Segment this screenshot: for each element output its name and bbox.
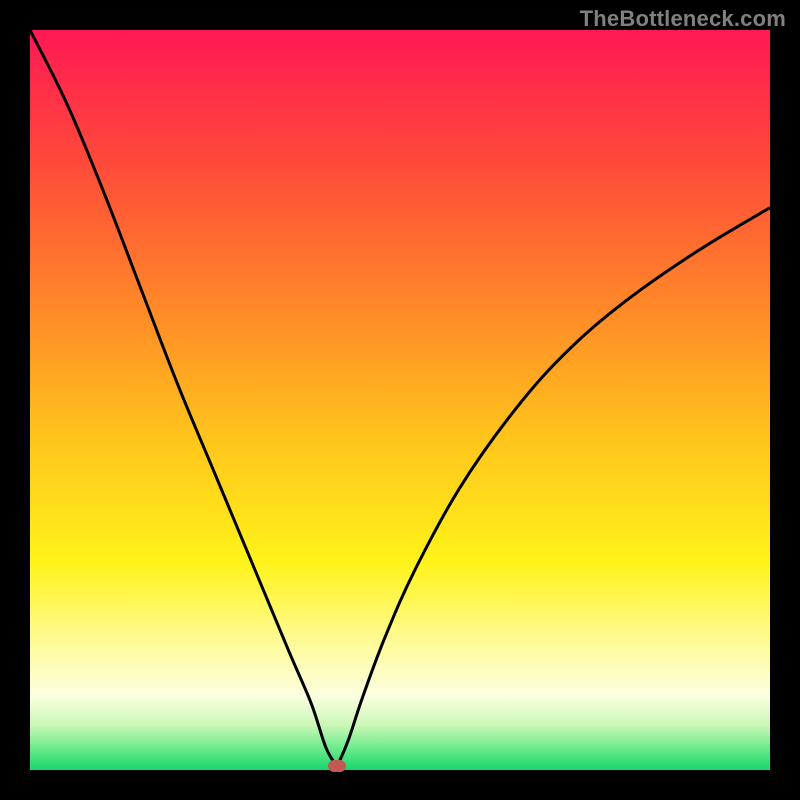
gradient-background <box>30 30 770 770</box>
chart-frame: TheBottleneck.com <box>0 0 800 800</box>
minimum-marker <box>328 760 346 772</box>
plot-area <box>30 30 770 770</box>
watermark-text: TheBottleneck.com <box>580 6 786 32</box>
plot-svg <box>30 30 770 770</box>
